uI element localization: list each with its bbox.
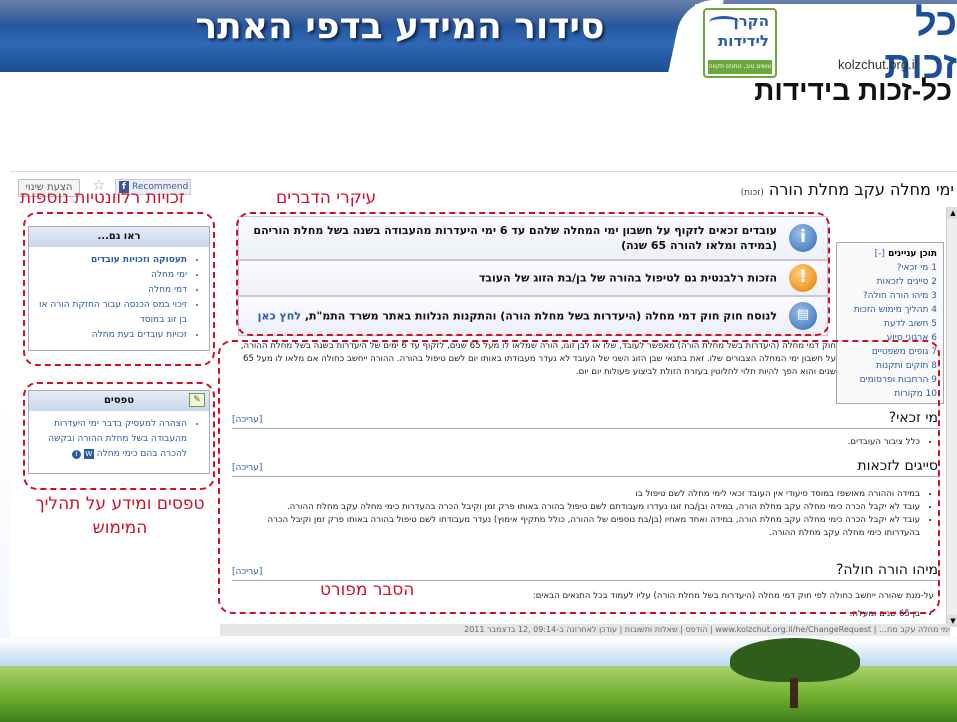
fund-logo-line2: לידידות	[718, 32, 769, 50]
section-heading-eligibility: מי זכאי?	[888, 410, 938, 426]
slide-subtitle: כל-זכות בידידות	[754, 75, 952, 106]
see-also-heading: ראו גם...	[29, 227, 209, 247]
list-item: כלל ציבור העובדים.	[232, 436, 920, 449]
forms-heading-label: טפסים	[103, 395, 135, 406]
form-item[interactable]: הצהרה למעסיק בדבר ימי היעדרות מהעבודה בש…	[33, 417, 187, 462]
see-also-item[interactable]: דמי מחלה	[33, 283, 187, 298]
landscape-decoration	[0, 638, 957, 722]
forms-box: טפסים ✎ הצהרה למעסיק בדבר ימי היעדרות מה…	[28, 390, 210, 474]
section-list: בן 65 שנים ומעלה.	[232, 608, 934, 621]
site-logo-url: kolzchut.org.il	[838, 57, 918, 72]
toc-heading: תוכן עניינים [-]	[843, 247, 937, 261]
annotation-details: הסבר מפורט	[320, 580, 415, 600]
section-heading-sick-parent: מיהו הורה חולה?	[835, 562, 938, 578]
section-divider	[232, 476, 940, 477]
annotation-related: זכויות רלוונטיות נוספות	[20, 188, 185, 208]
annotation-forms: טפסים ומידע על תהליך המימוש	[35, 494, 205, 538]
highlight-text: הזכות רלבנטית גם לטיפול בהורה של בן/בת ה…	[478, 271, 777, 285]
slide-title: סידור המידע בדפי האתר	[195, 6, 605, 47]
form-item-label[interactable]: הצהרה למעסיק בדבר ימי היעדרות מהעבודה בש…	[48, 419, 187, 459]
section-list: כלל ציבור העובדים.	[232, 436, 934, 449]
toc-item[interactable]: 4 תהליך מימוש הזכות	[843, 303, 937, 317]
info-icon: i	[789, 224, 817, 252]
see-also-item[interactable]: ימי מחלה	[33, 268, 187, 283]
info-icon[interactable]: i	[72, 450, 81, 459]
toc-item[interactable]: 5 חשוב לדעת	[843, 317, 937, 331]
scrollbar[interactable]: ▲ ▼	[946, 207, 957, 627]
intro-paragraph: חוק דמי מחלה (היעדרות בשל מחלת הורה) מאפ…	[240, 341, 836, 377]
toc-item[interactable]: 1 מי זכאי?	[843, 261, 937, 275]
see-also-box: ראו גם... תעסוקה וזכויות עובדים ימי מחלה…	[28, 226, 210, 351]
edit-link[interactable]: [עריכה]	[232, 463, 262, 473]
fund-logo: הקרן לידידות עושים טוב, נותנים תקווה	[703, 8, 777, 78]
toc-item[interactable]: 7 גופים משפטיים	[843, 345, 937, 359]
list-item: עובד לא יקבל הכרה כימי מחלה עקב מחלת הור…	[232, 514, 920, 540]
browser-status-bar: ימי מחלה עקב מח… | www.kolzchut.org.il/h…	[220, 624, 950, 636]
table-of-contents: תוכן עניינים [-] 1 מי זכאי? 2 סייגים לזכ…	[836, 242, 944, 404]
list-item: במידה וההורה מאושפז במוסד סיעודי אין העו…	[232, 488, 920, 501]
highlight-box-info: i עובדים זכאים לזקוף על חשבון ימי המחלה …	[238, 216, 828, 260]
edit-link[interactable]: [עריכה]	[232, 415, 262, 425]
warning-icon: !	[789, 264, 817, 292]
page-title-tag: (זכות)	[740, 188, 764, 198]
toc-item[interactable]: 9 הרחבות ופרסומים	[843, 373, 937, 387]
highlight-box-law: ▤ לנוסח חוק חוק דמי מחלה (היעדרות בשל מח…	[238, 296, 828, 336]
edit-link[interactable]: [עריכה]	[232, 567, 262, 577]
toc-item[interactable]: 8 חוקים ותקנות	[843, 359, 937, 373]
page-title-text: ימי מחלה עקב מחלת הורה	[768, 180, 954, 199]
toc-heading-label: תוכן עניינים	[888, 249, 937, 259]
annotation-main-points: עיקרי הדברים	[276, 188, 377, 208]
toc-item[interactable]: 3 מיהו הורה חולה?	[843, 289, 937, 303]
list-item: בן 65 שנים ומעלה.	[232, 608, 920, 621]
fund-logo-tagline: עושים טוב, נותנים תקווה	[708, 60, 772, 74]
law-text: לנוסח חוק חוק דמי מחלה (היעדרות בשל מחלת…	[304, 309, 777, 323]
see-also-item[interactable]: תעסוקה וזכויות עובדים	[33, 253, 187, 268]
highlight-text: לנוסח חוק חוק דמי מחלה (היעדרות בשל מחלת…	[245, 309, 777, 324]
highlight-text: עובדים זכאים לזקוף על חשבון ימי המחלה של…	[253, 224, 777, 252]
website-screenshot: ימי מחלה עקב מחלת הורה (זכות) הצעת שינוי…	[10, 171, 957, 637]
list-item: עובד לא יקבל הכרה כימי מחלה עקב מחלת הור…	[232, 501, 920, 514]
book-icon: ▤	[789, 302, 817, 330]
section-list: במידה וההורה מאושפז במוסד סיעודי אין העו…	[232, 488, 934, 540]
tree-trunk	[790, 678, 798, 708]
scroll-up-arrow-icon[interactable]: ▲	[947, 207, 957, 219]
click-here-link[interactable]: לחץ כאן	[258, 310, 301, 323]
toc-toggle[interactable]: [-]	[875, 249, 885, 259]
tree-icon	[730, 638, 860, 682]
section-heading-restrictions: סייגים לזכאות	[857, 458, 938, 474]
see-also-item[interactable]: זכויות עובדים בעת מחלה	[33, 328, 187, 343]
toc-item[interactable]: 2 סייגים לזכאות	[843, 275, 937, 289]
section-divider	[232, 428, 940, 429]
forms-icon: ✎	[189, 393, 205, 407]
page-title: ימי מחלה עקב מחלת הורה (זכות)	[741, 180, 954, 199]
toc-item[interactable]: 10 מקורות	[843, 387, 937, 401]
forms-heading: טפסים ✎	[29, 391, 209, 411]
see-also-item[interactable]: זיכוי במס הכנסה עבור החזקת הורה או בן זו…	[33, 298, 187, 328]
highlight-box-warning: ! הזכות רלבנטית גם לטיפול בהורה של בן/בת…	[238, 260, 828, 296]
word-doc-icon[interactable]: W	[83, 449, 94, 459]
fund-logo-line1: הקרן	[733, 12, 769, 30]
toc-item[interactable]: 6 ארגוני סיוע	[843, 331, 937, 345]
